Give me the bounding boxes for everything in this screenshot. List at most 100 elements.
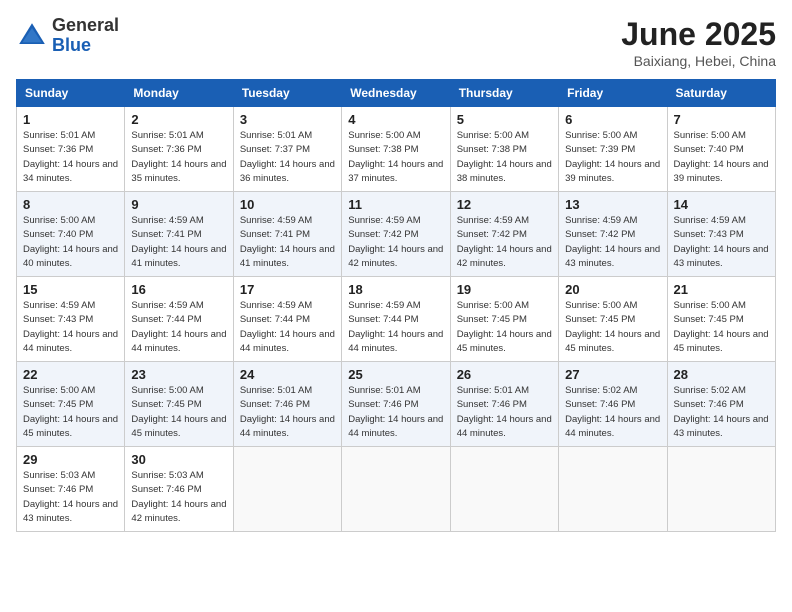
day-number: 9 bbox=[131, 197, 226, 212]
day-info: Sunrise: 4:59 AM Sunset: 7:42 PM Dayligh… bbox=[457, 214, 552, 271]
logo-general-text: General bbox=[52, 15, 119, 35]
day-info: Sunrise: 5:00 AM Sunset: 7:39 PM Dayligh… bbox=[565, 129, 660, 186]
day-number: 15 bbox=[23, 282, 118, 297]
table-row: 13 Sunrise: 4:59 AM Sunset: 7:42 PM Dayl… bbox=[559, 192, 667, 277]
day-number: 18 bbox=[348, 282, 443, 297]
day-number: 22 bbox=[23, 367, 118, 382]
location: Baixiang, Hebei, China bbox=[621, 53, 776, 69]
day-info: Sunrise: 5:02 AM Sunset: 7:46 PM Dayligh… bbox=[674, 384, 769, 441]
table-row: 22 Sunrise: 5:00 AM Sunset: 7:45 PM Dayl… bbox=[17, 362, 125, 447]
table-row: 16 Sunrise: 4:59 AM Sunset: 7:44 PM Dayl… bbox=[125, 277, 233, 362]
table-row: 11 Sunrise: 4:59 AM Sunset: 7:42 PM Dayl… bbox=[342, 192, 450, 277]
day-info: Sunrise: 5:00 AM Sunset: 7:40 PM Dayligh… bbox=[674, 129, 769, 186]
calendar-week-row: 29 Sunrise: 5:03 AM Sunset: 7:46 PM Dayl… bbox=[17, 447, 776, 532]
table-row: 23 Sunrise: 5:00 AM Sunset: 7:45 PM Dayl… bbox=[125, 362, 233, 447]
day-info: Sunrise: 4:59 AM Sunset: 7:43 PM Dayligh… bbox=[674, 214, 769, 271]
calendar-week-row: 22 Sunrise: 5:00 AM Sunset: 7:45 PM Dayl… bbox=[17, 362, 776, 447]
table-row: 30 Sunrise: 5:03 AM Sunset: 7:46 PM Dayl… bbox=[125, 447, 233, 532]
header: General Blue June 2025 Baixiang, Hebei, … bbox=[16, 16, 776, 69]
day-number: 26 bbox=[457, 367, 552, 382]
table-row: 21 Sunrise: 5:00 AM Sunset: 7:45 PM Dayl… bbox=[667, 277, 775, 362]
table-row: 9 Sunrise: 4:59 AM Sunset: 7:41 PM Dayli… bbox=[125, 192, 233, 277]
day-number: 21 bbox=[674, 282, 769, 297]
day-info: Sunrise: 4:59 AM Sunset: 7:42 PM Dayligh… bbox=[348, 214, 443, 271]
day-info: Sunrise: 5:01 AM Sunset: 7:46 PM Dayligh… bbox=[457, 384, 552, 441]
table-row: 29 Sunrise: 5:03 AM Sunset: 7:46 PM Dayl… bbox=[17, 447, 125, 532]
col-friday: Friday bbox=[559, 80, 667, 107]
day-info: Sunrise: 5:00 AM Sunset: 7:45 PM Dayligh… bbox=[131, 384, 226, 441]
day-number: 28 bbox=[674, 367, 769, 382]
day-number: 1 bbox=[23, 112, 118, 127]
table-row: 8 Sunrise: 5:00 AM Sunset: 7:40 PM Dayli… bbox=[17, 192, 125, 277]
day-info: Sunrise: 5:01 AM Sunset: 7:46 PM Dayligh… bbox=[348, 384, 443, 441]
day-number: 17 bbox=[240, 282, 335, 297]
col-tuesday: Tuesday bbox=[233, 80, 341, 107]
logo: General Blue bbox=[16, 16, 119, 56]
calendar: Sunday Monday Tuesday Wednesday Thursday… bbox=[16, 79, 776, 532]
day-info: Sunrise: 4:59 AM Sunset: 7:44 PM Dayligh… bbox=[131, 299, 226, 356]
table-row: 28 Sunrise: 5:02 AM Sunset: 7:46 PM Dayl… bbox=[667, 362, 775, 447]
day-info: Sunrise: 5:00 AM Sunset: 7:45 PM Dayligh… bbox=[674, 299, 769, 356]
calendar-week-row: 8 Sunrise: 5:00 AM Sunset: 7:40 PM Dayli… bbox=[17, 192, 776, 277]
day-number: 4 bbox=[348, 112, 443, 127]
table-row bbox=[450, 447, 558, 532]
day-info: Sunrise: 5:00 AM Sunset: 7:45 PM Dayligh… bbox=[23, 384, 118, 441]
day-number: 8 bbox=[23, 197, 118, 212]
day-info: Sunrise: 4:59 AM Sunset: 7:41 PM Dayligh… bbox=[131, 214, 226, 271]
day-info: Sunrise: 4:59 AM Sunset: 7:44 PM Dayligh… bbox=[348, 299, 443, 356]
day-number: 24 bbox=[240, 367, 335, 382]
month-title: June 2025 bbox=[621, 16, 776, 53]
day-number: 25 bbox=[348, 367, 443, 382]
table-row: 26 Sunrise: 5:01 AM Sunset: 7:46 PM Dayl… bbox=[450, 362, 558, 447]
table-row: 7 Sunrise: 5:00 AM Sunset: 7:40 PM Dayli… bbox=[667, 107, 775, 192]
table-row: 18 Sunrise: 4:59 AM Sunset: 7:44 PM Dayl… bbox=[342, 277, 450, 362]
day-info: Sunrise: 4:59 AM Sunset: 7:42 PM Dayligh… bbox=[565, 214, 660, 271]
col-wednesday: Wednesday bbox=[342, 80, 450, 107]
table-row: 3 Sunrise: 5:01 AM Sunset: 7:37 PM Dayli… bbox=[233, 107, 341, 192]
day-number: 16 bbox=[131, 282, 226, 297]
table-row: 1 Sunrise: 5:01 AM Sunset: 7:36 PM Dayli… bbox=[17, 107, 125, 192]
day-info: Sunrise: 5:03 AM Sunset: 7:46 PM Dayligh… bbox=[23, 469, 118, 526]
table-row: 24 Sunrise: 5:01 AM Sunset: 7:46 PM Dayl… bbox=[233, 362, 341, 447]
table-row: 2 Sunrise: 5:01 AM Sunset: 7:36 PM Dayli… bbox=[125, 107, 233, 192]
table-row: 20 Sunrise: 5:00 AM Sunset: 7:45 PM Dayl… bbox=[559, 277, 667, 362]
table-row bbox=[667, 447, 775, 532]
day-number: 11 bbox=[348, 197, 443, 212]
table-row: 17 Sunrise: 4:59 AM Sunset: 7:44 PM Dayl… bbox=[233, 277, 341, 362]
col-saturday: Saturday bbox=[667, 80, 775, 107]
day-info: Sunrise: 4:59 AM Sunset: 7:43 PM Dayligh… bbox=[23, 299, 118, 356]
calendar-week-row: 15 Sunrise: 4:59 AM Sunset: 7:43 PM Dayl… bbox=[17, 277, 776, 362]
table-row: 12 Sunrise: 4:59 AM Sunset: 7:42 PM Dayl… bbox=[450, 192, 558, 277]
day-number: 12 bbox=[457, 197, 552, 212]
table-row: 27 Sunrise: 5:02 AM Sunset: 7:46 PM Dayl… bbox=[559, 362, 667, 447]
day-number: 14 bbox=[674, 197, 769, 212]
day-number: 7 bbox=[674, 112, 769, 127]
day-info: Sunrise: 5:01 AM Sunset: 7:37 PM Dayligh… bbox=[240, 129, 335, 186]
table-row: 14 Sunrise: 4:59 AM Sunset: 7:43 PM Dayl… bbox=[667, 192, 775, 277]
col-thursday: Thursday bbox=[450, 80, 558, 107]
col-monday: Monday bbox=[125, 80, 233, 107]
table-row: 15 Sunrise: 4:59 AM Sunset: 7:43 PM Dayl… bbox=[17, 277, 125, 362]
day-info: Sunrise: 5:03 AM Sunset: 7:46 PM Dayligh… bbox=[131, 469, 226, 526]
day-number: 5 bbox=[457, 112, 552, 127]
day-number: 27 bbox=[565, 367, 660, 382]
day-number: 29 bbox=[23, 452, 118, 467]
title-area: June 2025 Baixiang, Hebei, China bbox=[621, 16, 776, 69]
day-number: 10 bbox=[240, 197, 335, 212]
day-info: Sunrise: 5:00 AM Sunset: 7:38 PM Dayligh… bbox=[348, 129, 443, 186]
table-row bbox=[342, 447, 450, 532]
logo-icon bbox=[16, 20, 48, 52]
day-number: 30 bbox=[131, 452, 226, 467]
day-number: 13 bbox=[565, 197, 660, 212]
day-info: Sunrise: 5:01 AM Sunset: 7:46 PM Dayligh… bbox=[240, 384, 335, 441]
table-row: 6 Sunrise: 5:00 AM Sunset: 7:39 PM Dayli… bbox=[559, 107, 667, 192]
col-sunday: Sunday bbox=[17, 80, 125, 107]
day-info: Sunrise: 5:00 AM Sunset: 7:38 PM Dayligh… bbox=[457, 129, 552, 186]
calendar-week-row: 1 Sunrise: 5:01 AM Sunset: 7:36 PM Dayli… bbox=[17, 107, 776, 192]
table-row bbox=[559, 447, 667, 532]
day-number: 23 bbox=[131, 367, 226, 382]
calendar-header-row: Sunday Monday Tuesday Wednesday Thursday… bbox=[17, 80, 776, 107]
day-info: Sunrise: 4:59 AM Sunset: 7:44 PM Dayligh… bbox=[240, 299, 335, 356]
table-row: 10 Sunrise: 4:59 AM Sunset: 7:41 PM Dayl… bbox=[233, 192, 341, 277]
logo-blue-text: Blue bbox=[52, 35, 91, 55]
